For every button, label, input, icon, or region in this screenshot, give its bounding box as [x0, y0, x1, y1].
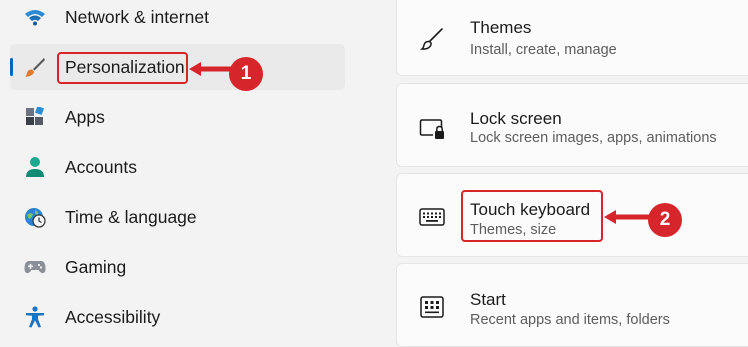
start-icon [419, 294, 445, 320]
lock-screen-icon [419, 116, 445, 142]
selection-indicator [10, 58, 13, 76]
sidebar-item-network[interactable]: Network & internet [10, 0, 345, 40]
sidebar-item-accounts[interactable]: Accounts [10, 144, 345, 190]
card-subtitle: Install, create, manage [470, 42, 617, 58]
sidebar-item-label: Time & language [65, 206, 197, 227]
accessibility-icon [24, 306, 46, 328]
sidebar-item-gaming[interactable]: Gaming [10, 244, 345, 290]
sidebar-item-label: Accessibility [65, 306, 161, 327]
globe-clock-icon [24, 206, 46, 228]
sidebar-item-label: Gaming [65, 256, 127, 277]
keyboard-icon [419, 204, 445, 230]
card-title: Start [470, 290, 506, 309]
apps-icon [24, 106, 46, 128]
gamepad-icon [24, 256, 46, 278]
card-start[interactable]: Start Recent apps and items, folders [396, 263, 748, 347]
highlight-box-touch-keyboard [461, 190, 603, 242]
paintbrush-icon [24, 56, 46, 78]
person-icon [24, 156, 46, 178]
callout-arrow-left-icon [604, 210, 650, 224]
card-subtitle: Lock screen images, apps, animations [470, 130, 717, 146]
sidebar-item-time-language[interactable]: Time & language [10, 194, 345, 240]
sidebar-item-label: Accounts [65, 156, 137, 177]
card-subtitle: Recent apps and items, folders [470, 312, 670, 328]
card-lock-screen[interactable]: Lock screen Lock screen images, apps, an… [396, 83, 748, 167]
sidebar-item-apps[interactable]: Apps [10, 94, 345, 140]
sidebar-item-label: Apps [65, 106, 105, 127]
card-themes[interactable]: Themes Install, create, manage [396, 0, 748, 76]
sidebar-item-label: Network & internet [65, 6, 209, 27]
brush-icon [419, 26, 445, 52]
step-badge-2: 2 [648, 203, 682, 237]
wifi-icon [24, 6, 46, 28]
card-title: Lock screen [470, 109, 562, 128]
settings-sidebar: Network & internet Personalization Apps [0, 0, 360, 332]
highlight-box-personalization [57, 52, 188, 84]
callout-arrow-left-icon [189, 62, 233, 76]
card-title: Themes [470, 18, 532, 37]
sidebar-item-accessibility[interactable]: Accessibility [10, 294, 345, 340]
step-badge-1: 1 [229, 57, 263, 91]
